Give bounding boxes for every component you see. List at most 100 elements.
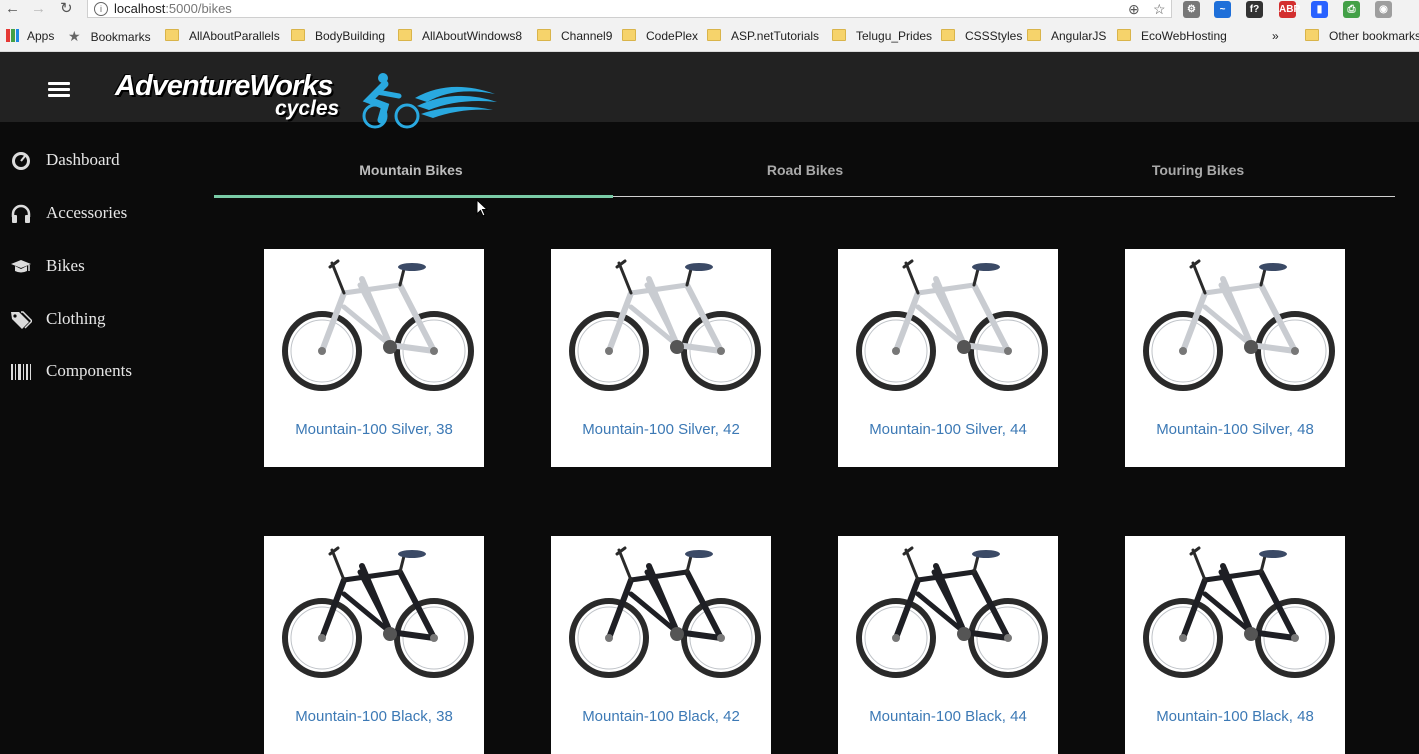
sidebar-item-label: Dashboard (46, 150, 120, 169)
tab-touring-bikes[interactable]: Touring Bikes (1001, 150, 1395, 194)
cyclist-logo-icon (362, 73, 497, 129)
product-link[interactable]: Mountain-100 Silver, 48 (1125, 421, 1345, 438)
extension-camera-icon[interactable]: ◉ (1375, 1, 1392, 18)
tab-road-bikes[interactable]: Road Bikes (608, 150, 1002, 194)
bike-image (1143, 546, 1335, 678)
product-link[interactable]: Mountain-100 Silver, 38 (264, 421, 484, 438)
bookmark-item[interactable]: Apps (6, 28, 54, 44)
folder-icon (832, 29, 846, 41)
bookmark-label: AllAboutWindows8 (422, 29, 523, 43)
sidebar-item-accessories[interactable]: Accessories (10, 199, 195, 229)
sidebar-item-bikes[interactable]: Bikes (10, 252, 195, 282)
headphones-icon (11, 204, 31, 223)
folder-icon (1027, 29, 1041, 41)
bookmark-item[interactable]: Telugu_Prides (832, 28, 932, 44)
product-card[interactable]: Mountain-100 Silver, 42 (551, 249, 771, 467)
adblock-icon[interactable]: ABP (1279, 1, 1300, 18)
other-bookmarks-label: Other bookmarks (1329, 29, 1419, 43)
sidebar-item-label: Components (46, 361, 132, 380)
bookmark-label: BodyBuilding (315, 29, 386, 43)
bookmark-star-icon[interactable]: ☆ (1153, 0, 1166, 18)
folder-icon (707, 29, 721, 41)
bookmark-item[interactable]: AllAboutParallels (165, 28, 280, 44)
bookmark-item[interactable]: Channel9 (537, 28, 612, 44)
back-arrow-icon[interactable]: ← (5, 0, 20, 19)
product-card[interactable]: Mountain-100 Black, 44 (838, 536, 1058, 754)
tab-mountain-bikes[interactable]: Mountain Bikes (214, 150, 608, 194)
bookmark-item[interactable]: ★ Bookmarks (68, 28, 151, 44)
sidebar-item-label: Clothing (46, 309, 106, 328)
bookmark-label: Bookmarks (90, 30, 151, 44)
forward-arrow-icon[interactable]: → (31, 0, 46, 19)
bookmark-label: EcoWebHosting (1141, 29, 1227, 43)
bike-image (569, 259, 761, 391)
zoom-icon[interactable]: ⊕ (1128, 0, 1140, 18)
url-host: localhost (114, 1, 166, 16)
reload-icon[interactable]: ↻ (60, 0, 73, 19)
bookmark-item[interactable]: BodyBuilding (291, 28, 385, 44)
url-input[interactable]: i localhost:5000/bikes ⊕ ☆ (87, 0, 1172, 18)
bike-image (282, 259, 474, 391)
app-header: AdventureWorks cycles (0, 52, 1419, 129)
bike-image (856, 259, 1048, 391)
product-card[interactable]: Mountain-100 Black, 48 (1125, 536, 1345, 754)
extension-print-icon[interactable]: ⎙ (1343, 1, 1360, 18)
hamburger-menu-icon[interactable] (48, 82, 70, 98)
bike-image (569, 546, 761, 678)
product-link[interactable]: Mountain-100 Silver, 44 (838, 421, 1058, 438)
sidebar-nav: Dashboard Accessories Bikes Clothing Com… (0, 122, 200, 750)
product-link[interactable]: Mountain-100 Black, 44 (838, 708, 1058, 725)
extension-font-icon[interactable]: f? (1246, 1, 1263, 18)
product-link[interactable]: Mountain-100 Black, 48 (1125, 708, 1345, 725)
bike-image (856, 546, 1048, 678)
star-icon: ★ (68, 28, 81, 44)
bike-image (282, 546, 474, 678)
bookmark-label: CSSStyles (965, 29, 1023, 43)
extension-wave-icon[interactable]: ~ (1214, 1, 1231, 18)
browser-address-bar: ← → ↻ i localhost:5000/bikes ⊕ ☆ ⚙ ~ f? ABP ▮… (0, 0, 1419, 19)
bookmark-label: Telugu_Prides (856, 29, 933, 43)
sidebar-item-clothing[interactable]: Clothing (10, 305, 195, 335)
bookmark-item[interactable]: CSSStyles (941, 28, 1022, 44)
product-link[interactable]: Mountain-100 Black, 42 (551, 708, 771, 725)
bookmark-item[interactable]: ASP.netTutorials (707, 28, 819, 44)
product-card[interactable]: Mountain-100 Silver, 38 (264, 249, 484, 467)
extension-gear-icon[interactable]: ⚙ (1183, 1, 1200, 18)
bookmark-label: Channel9 (561, 29, 613, 43)
site-info-icon[interactable]: i (94, 2, 108, 16)
barcode-icon (11, 364, 31, 380)
product-card[interactable]: Mountain-100 Black, 42 (551, 536, 771, 754)
bookmarks-overflow-button[interactable]: » (1272, 28, 1279, 44)
product-card[interactable]: Mountain-100 Silver, 44 (838, 249, 1058, 467)
other-bookmarks[interactable]: Other bookmarks (1305, 28, 1419, 44)
sidebar-item-components[interactable]: Components (10, 357, 195, 387)
bookmark-label: ASP.netTutorials (731, 29, 820, 43)
folder-icon (622, 29, 636, 41)
sidebar-item-dashboard[interactable]: Dashboard (10, 146, 195, 176)
url-path: :5000/bikes (165, 1, 232, 16)
dashboard-icon (12, 152, 30, 170)
bookmark-label: AllAboutParallels (189, 29, 280, 43)
category-tabs: Mountain Bikes Road Bikes Touring Bikes (214, 150, 1395, 198)
bookmark-item[interactable]: AllAboutWindows8 (398, 28, 522, 44)
bookmark-label: Apps (27, 29, 55, 43)
product-card[interactable]: Mountain-100 Silver, 48 (1125, 249, 1345, 467)
brand-subtitle: cycles (275, 97, 340, 120)
product-card[interactable]: Mountain-100 Black, 38 (264, 536, 484, 754)
extension-chart-icon[interactable]: ▮ (1311, 1, 1328, 18)
bookmark-label: CodePlex (646, 29, 699, 43)
bookmark-item[interactable]: EcoWebHosting (1117, 28, 1227, 44)
product-link[interactable]: Mountain-100 Silver, 42 (551, 421, 771, 438)
bookmark-label: AngularJS (1051, 29, 1107, 43)
sidebar-item-label: Bikes (46, 256, 85, 275)
bookmark-item[interactable]: AngularJS (1027, 28, 1106, 44)
folder-icon (165, 29, 179, 41)
graduation-cap-icon (11, 260, 31, 273)
product-link[interactable]: Mountain-100 Black, 38 (264, 708, 484, 725)
folder-icon (1305, 29, 1319, 41)
sidebar-item-label: Accessories (46, 203, 128, 222)
bookmarks-bar: Apps ★ Bookmarks AllAboutParallels BodyBuild… (0, 19, 1419, 52)
bookmark-item[interactable]: CodePlex (622, 28, 698, 44)
active-tab-indicator (214, 195, 613, 198)
folder-icon (941, 29, 955, 41)
